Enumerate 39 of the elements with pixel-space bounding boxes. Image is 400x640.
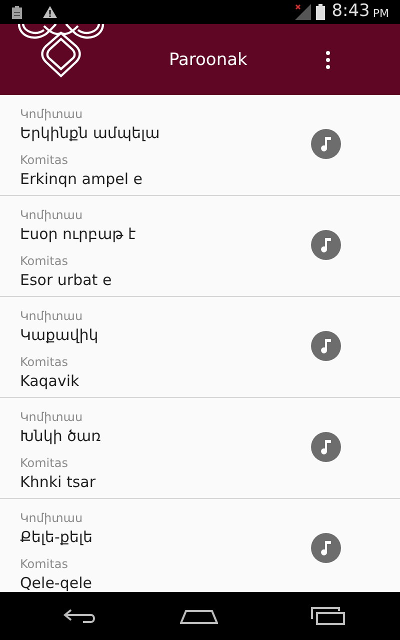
song-row[interactable]: Կոմիտաս Խնկի ծառ Komitas Khnki tsar [0, 398, 400, 499]
composer-armenian: Կոմիտաս [20, 409, 84, 425]
recent-apps-icon[interactable] [311, 607, 345, 625]
song-title-latin: Esor urbat e [20, 270, 113, 291]
no-signal-icon [294, 4, 311, 20]
clock-time: 8:43 [332, 0, 370, 24]
composer-armenian: Կոմիտաս [20, 207, 84, 223]
music-note-icon[interactable] [311, 533, 341, 563]
home-icon[interactable] [180, 608, 218, 624]
composer-latin: Komitas [20, 253, 69, 269]
song-title-armenian: Երկինքն ամպելա [20, 123, 160, 144]
back-icon[interactable] [63, 608, 97, 624]
music-note-icon[interactable] [311, 129, 341, 159]
music-note-icon[interactable] [311, 230, 341, 260]
music-note-icon[interactable] [311, 331, 341, 361]
music-note-icon[interactable] [311, 432, 341, 462]
song-title-armenian: Քելե-քելե [20, 527, 92, 548]
clock-ampm: PM [372, 6, 389, 22]
song-row[interactable]: Կոմիտաս Կաքավիկ Komitas Kaqavik [0, 297, 400, 398]
composer-armenian: Կոմիտաս [20, 510, 84, 526]
composer-armenian: Կոմիտաս [20, 308, 84, 324]
song-title-latin: Qele-qele [20, 573, 92, 592]
composer-latin: Komitas [20, 152, 69, 168]
song-title-latin: Erkinqn ampel e [20, 169, 144, 190]
song-title-latin: Kaqavik [20, 371, 80, 392]
song-title-latin: Khnki tsar [20, 472, 97, 493]
song-row[interactable]: Կոմիտաս Երկինքն ամպելա Komitas Erkinqn ampel e [0, 95, 400, 196]
song-row[interactable]: Կոմիտաս Էսօր ուրբաթ է Komitas Esor urbat e [0, 196, 400, 297]
warning-icon [43, 6, 57, 18]
composer-latin: Komitas [20, 556, 69, 572]
composer-latin: Komitas [20, 455, 69, 471]
clipboard-icon [12, 6, 22, 18]
song-title-armenian: Էսօր ուրբաթ է [20, 224, 136, 245]
battery-icon [316, 4, 325, 20]
composer-armenian: Կոմիտաս [20, 106, 84, 122]
composer-latin: Komitas [20, 354, 69, 370]
app-title: Paroonak [169, 49, 248, 72]
song-title-armenian: Խնկի ծառ [20, 426, 101, 447]
song-title-armenian: Կաքավիկ [20, 325, 98, 346]
